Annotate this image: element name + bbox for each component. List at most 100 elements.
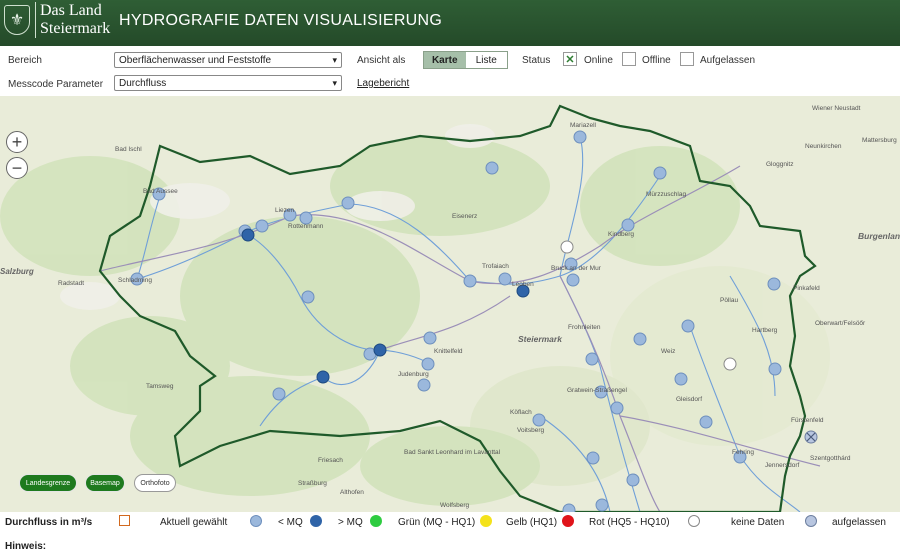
place-label: Jennersdorf [765, 462, 800, 469]
lagebericht-link[interactable]: Lagebericht [357, 78, 409, 89]
place-label: Hartberg [752, 327, 778, 334]
view-liste-button[interactable]: Liste [466, 52, 508, 68]
ansicht-label: Ansicht als [357, 55, 406, 66]
station-marker[interactable] [560, 240, 574, 254]
station-marker[interactable] [633, 332, 647, 346]
station-marker[interactable] [610, 401, 624, 415]
station-marker[interactable] [586, 451, 600, 465]
place-label: Steiermark [518, 334, 563, 344]
place-label: Althofen [340, 489, 364, 496]
gruen-dot-icon [370, 515, 382, 527]
orthofoto-button[interactable]: Orthofoto [134, 474, 176, 492]
offline-checkbox[interactable] [622, 52, 636, 66]
bereich-select[interactable]: Oberflächenwasser und Feststoffe ▾ [114, 52, 342, 68]
place-label: Szentgotthárd [810, 455, 851, 462]
aufgelassen-checkbox[interactable] [680, 52, 694, 66]
place-label: Wolfsberg [440, 502, 470, 509]
logo-text: Das Land Steiermark [35, 2, 110, 38]
place-label: Judenburg [398, 371, 429, 378]
hinweis-heading: Hinweis: [5, 541, 47, 552]
station-marker[interactable] [621, 218, 635, 232]
station-marker[interactable] [699, 415, 713, 429]
panther-crest-icon: ⚜ [4, 5, 30, 35]
place-label: Bad Sankt Leonhard im Lavanttal [404, 449, 501, 456]
online-checkbox[interactable]: ✕ [563, 52, 577, 66]
place-label: Kindberg [608, 231, 634, 238]
station-marker[interactable] [768, 362, 782, 376]
legend-lt-mq: < MQ [278, 517, 303, 528]
legend-title: Durchfluss in m³/s [5, 517, 93, 528]
station-marker[interactable] [417, 378, 431, 392]
station-marker[interactable] [373, 343, 387, 357]
station-marker[interactable] [767, 277, 781, 291]
logo-line1: Das Land [40, 2, 102, 19]
legend-aufgelassen: aufgelassen [832, 517, 886, 528]
station-marker[interactable] [562, 503, 576, 512]
place-label: Köflach [510, 409, 532, 416]
station-marker[interactable] [532, 413, 546, 427]
place-label: Friesach [318, 457, 343, 464]
station-marker[interactable] [255, 219, 269, 233]
place-label: Gratwein-Straßengel [567, 387, 628, 394]
station-marker[interactable] [723, 357, 737, 371]
zoom-in-button[interactable]: + [6, 131, 28, 153]
gelb-dot-icon [480, 515, 492, 527]
station-marker[interactable] [585, 352, 599, 366]
station-marker[interactable] [653, 166, 667, 180]
station-marker[interactable] [485, 161, 499, 175]
station-marker[interactable] [626, 473, 640, 487]
legend: Durchfluss in m³/s Aktuell gewählt < MQ … [0, 512, 900, 532]
station-marker[interactable] [341, 196, 355, 210]
gt-mq-dot-icon [310, 515, 322, 527]
legend-rot: Rot (HQ5 - HQ10) [589, 517, 670, 528]
logo[interactable]: ⚜ Das Land Steiermark [4, 2, 110, 38]
selected-square-icon [119, 515, 130, 526]
station-marker[interactable] [674, 372, 688, 386]
place-label: Leoben [512, 281, 534, 288]
station-marker[interactable] [272, 387, 286, 401]
station-marker[interactable] [573, 130, 587, 144]
station-marker[interactable] [423, 331, 437, 345]
place-label: Weiz [661, 348, 675, 355]
place-label: Rottenmann [288, 223, 324, 230]
place-label: Burgenland [858, 231, 900, 241]
view-karte-button[interactable]: Karte [424, 52, 466, 68]
online-label: Online [584, 55, 613, 66]
landesgrenze-button[interactable]: Landesgrenze [19, 474, 77, 492]
lt-mq-dot-icon [250, 515, 262, 527]
keine-dot-icon [688, 515, 700, 527]
view-toggle: Karte Liste [423, 51, 508, 69]
station-marker[interactable] [316, 370, 330, 384]
legend-keine: keine Daten [731, 517, 785, 528]
place-label: Mürzzuschlag [646, 191, 686, 198]
place-label: Trofaiach [482, 263, 509, 270]
basemap-button[interactable]: Basemap [85, 474, 125, 492]
station-marker[interactable] [421, 357, 435, 371]
place-label: Radstadt [58, 280, 84, 287]
station-marker[interactable] [463, 274, 477, 288]
place-label: Tamsweg [146, 383, 174, 390]
aufgelassen-label: Aufgelassen [700, 55, 756, 66]
station-marker[interactable] [241, 228, 255, 242]
stations-aufgelassen[interactable] [804, 430, 818, 444]
place-label: Liezen [275, 207, 295, 214]
station-marker[interactable] [498, 272, 512, 286]
station-marker[interactable] [681, 319, 695, 333]
zoom-out-button[interactable]: − [6, 157, 28, 179]
place-label: Bad Ischl [115, 146, 142, 153]
chevron-down-icon: ▾ [332, 54, 337, 65]
station-marker[interactable] [566, 273, 580, 287]
place-label: Salzburg [0, 267, 34, 276]
place-label: Knittelfeld [434, 348, 463, 355]
station-marker[interactable] [301, 290, 315, 304]
aufgelassen-dot-icon [805, 515, 817, 527]
logo-line2: Steiermark [40, 20, 111, 37]
parameter-select[interactable]: Durchfluss ▾ [114, 75, 342, 91]
bereich-label: Bereich [8, 55, 42, 66]
map-canvas[interactable]: Mariazell Wiener Neustadt Neunkirchen Gl… [0, 96, 900, 512]
place-label: Mattersburg [862, 137, 897, 144]
map[interactable]: Mariazell Wiener Neustadt Neunkirchen Gl… [0, 96, 900, 512]
station-marker[interactable] [595, 498, 609, 512]
place-label: Voitsberg [517, 427, 544, 434]
place-label: Gloggnitz [766, 161, 793, 168]
